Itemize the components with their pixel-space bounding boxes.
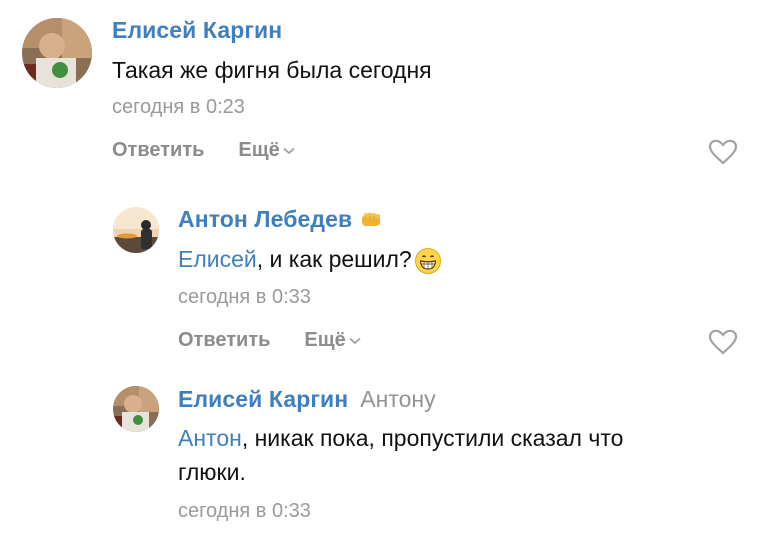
- more-button[interactable]: Ещё: [304, 329, 361, 352]
- chevron-down-icon: [349, 337, 361, 344]
- avatar[interactable]: [22, 18, 92, 88]
- avatar-photo-icon: [113, 386, 159, 432]
- timestamp[interactable]: сегодня в 0:23: [112, 96, 245, 119]
- more-button[interactable]: Ещё: [238, 139, 295, 162]
- avatar-photo-icon: [22, 18, 92, 88]
- author-name[interactable]: Елисей Каргин: [178, 386, 348, 413]
- author-name[interactable]: Антон Лебедев: [178, 206, 352, 233]
- more-label: Ещё: [304, 329, 346, 351]
- comment-text-line2: глюки.: [178, 459, 246, 485]
- reply-to-link[interactable]: Антону: [360, 386, 435, 413]
- more-label: Ещё: [238, 139, 280, 161]
- avatar-photo-icon: [113, 207, 159, 253]
- reply-button[interactable]: Ответить: [178, 329, 270, 352]
- timestamp[interactable]: сегодня в 0:33: [178, 500, 311, 523]
- mention-link[interactable]: Елисей: [178, 246, 257, 272]
- mention-link[interactable]: Антон: [178, 425, 242, 451]
- comment-text: , никак пока, пропустили сказал что: [241, 425, 624, 451]
- reply-button[interactable]: Ответить: [112, 139, 204, 162]
- comment-text: , и как решил?: [256, 246, 412, 272]
- avatar[interactable]: [113, 207, 159, 253]
- comment-text: Такая же фигня была сегодня: [112, 57, 432, 83]
- avatar[interactable]: [113, 386, 159, 432]
- fist-icon: [362, 212, 381, 226]
- heart-icon[interactable]: [708, 139, 738, 165]
- timestamp[interactable]: сегодня в 0:33: [178, 286, 311, 309]
- author-name[interactable]: Елисей Каргин: [112, 17, 282, 44]
- grinning-face-icon: [414, 247, 441, 274]
- heart-icon[interactable]: [708, 329, 738, 355]
- chevron-down-icon: [283, 147, 295, 154]
